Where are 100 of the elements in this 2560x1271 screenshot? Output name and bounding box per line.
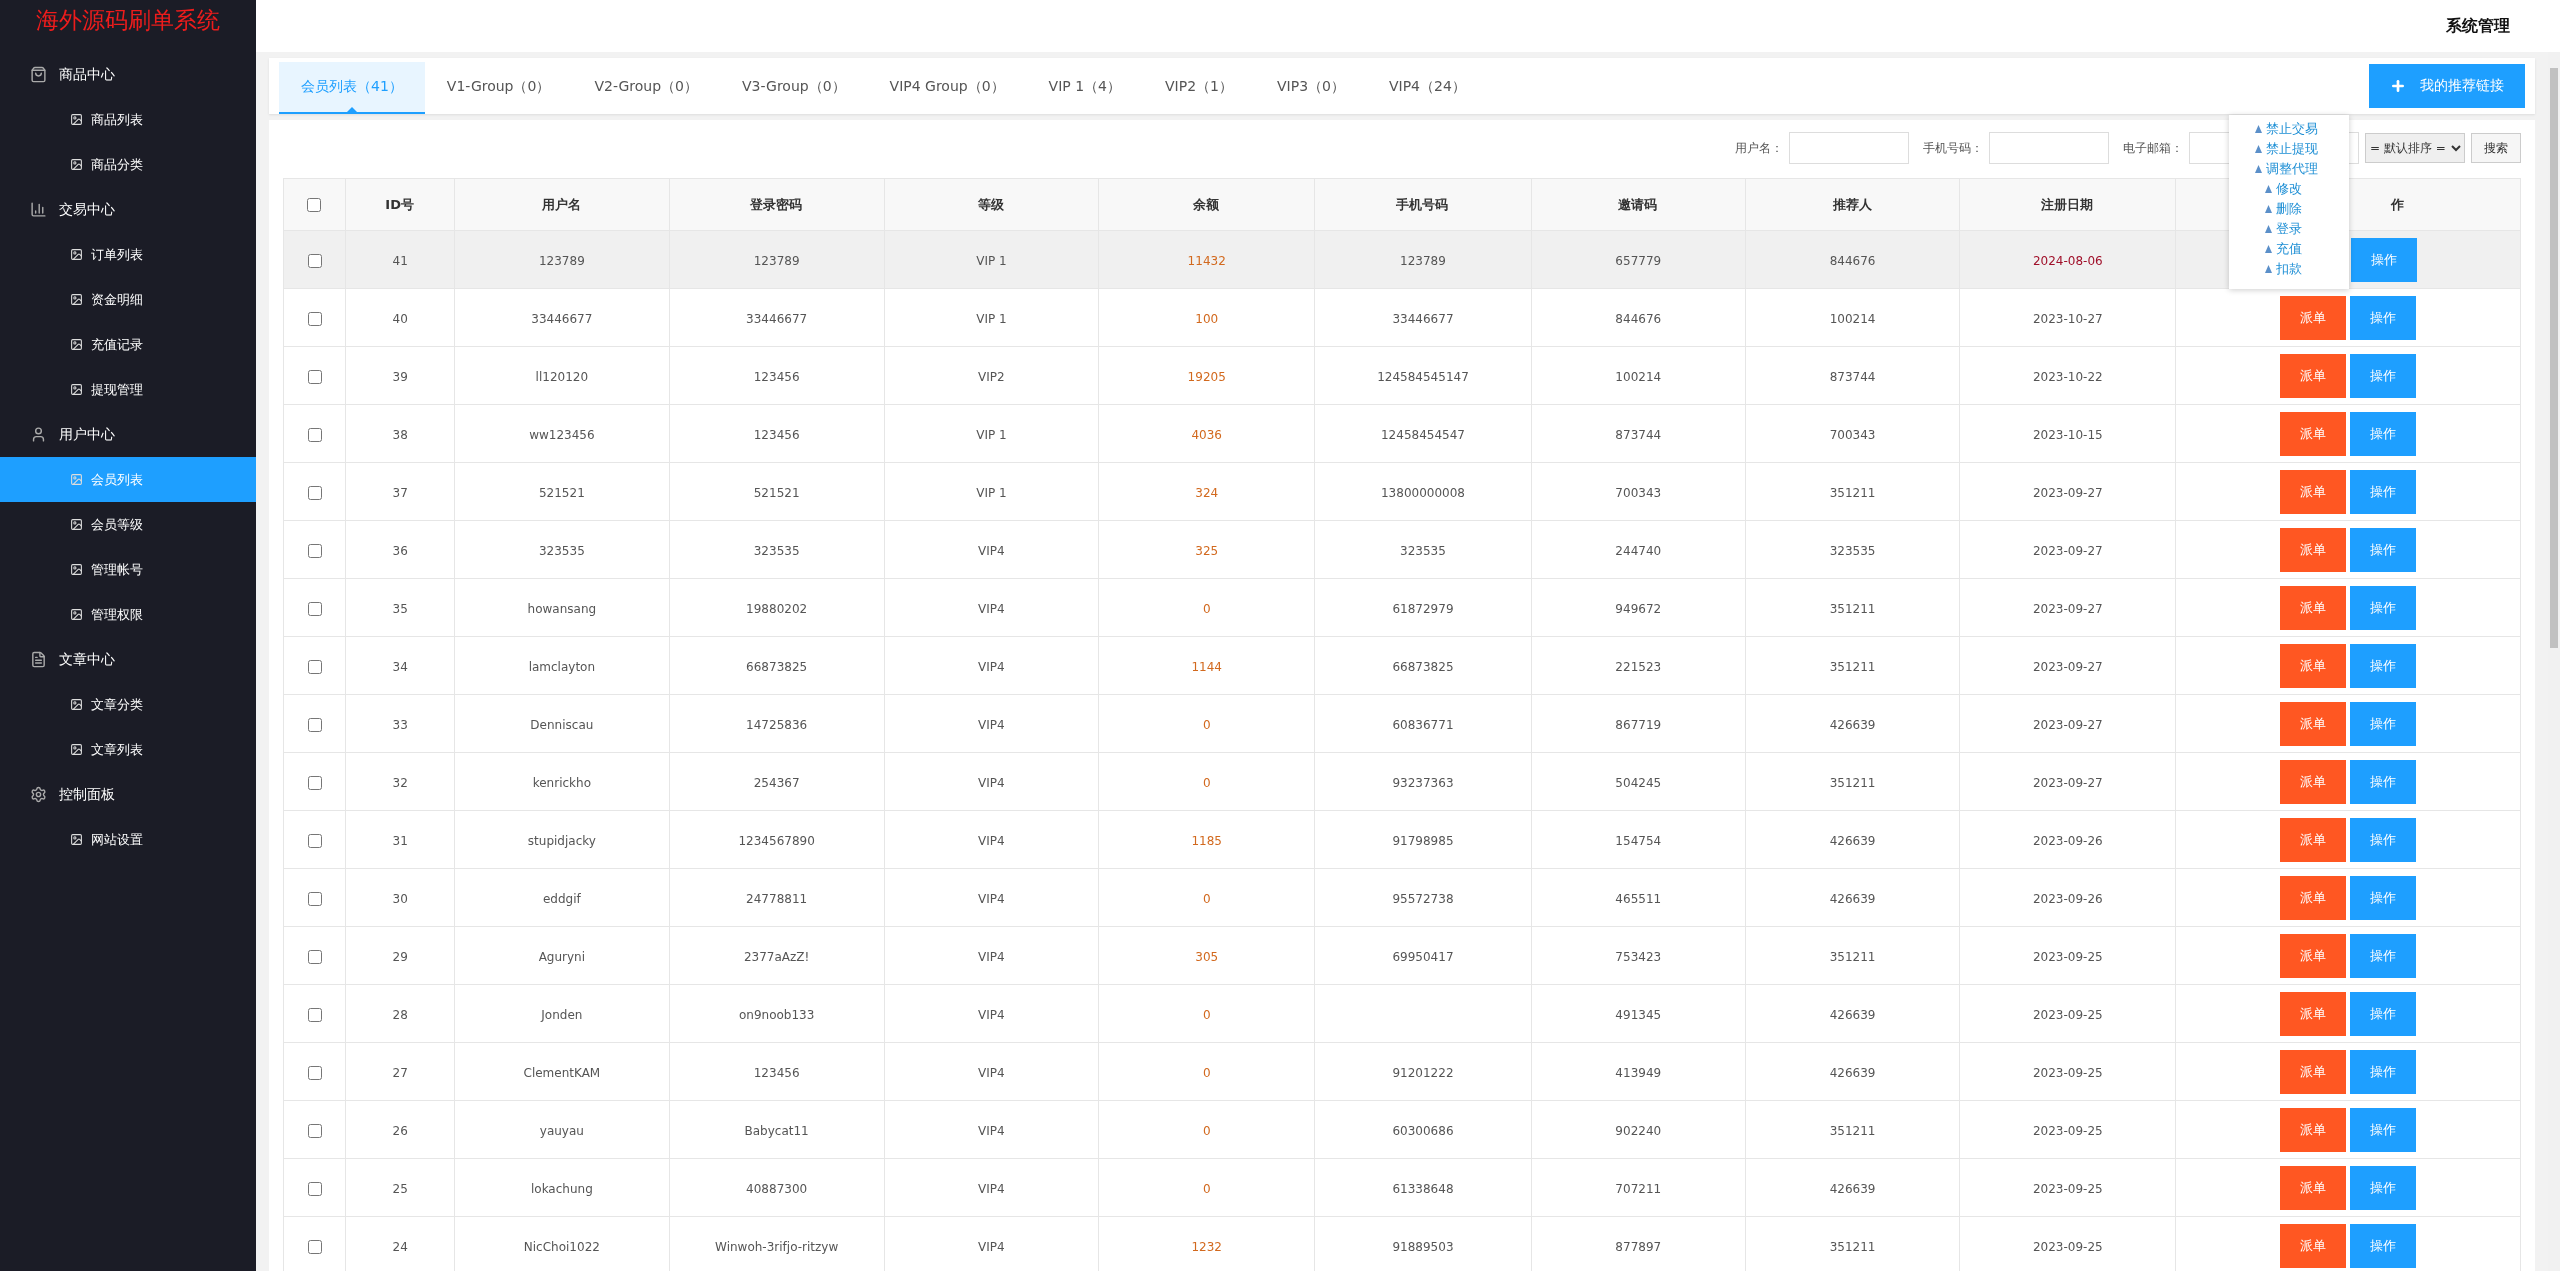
- operate-button[interactable]: 操作: [2350, 701, 2417, 746]
- operate-button[interactable]: 操作: [2350, 875, 2417, 920]
- menu-item[interactable]: 禁止提现: [2229, 139, 2349, 159]
- dispatch-button[interactable]: 派单: [2280, 991, 2347, 1036]
- sidebar-item[interactable]: 会员列表: [0, 457, 256, 502]
- sidebar-item[interactable]: 资金明细: [0, 277, 256, 322]
- sidebar-item[interactable]: 文章分类: [0, 682, 256, 727]
- tab[interactable]: V2-Group（0）: [572, 62, 720, 114]
- sidebar-group[interactable]: 用户中心: [0, 412, 256, 457]
- filter-input[interactable]: [1989, 132, 2109, 164]
- dispatch-button[interactable]: 派单: [2280, 1165, 2347, 1210]
- operate-button[interactable]: 操作: [2350, 1165, 2417, 1210]
- dispatch-button[interactable]: 派单: [2280, 875, 2347, 920]
- table-cell: ww123456: [529, 428, 595, 442]
- sidebar-item[interactable]: 充值记录: [0, 322, 256, 367]
- tab[interactable]: VIP3（0）: [1255, 62, 1367, 114]
- sidebar-item[interactable]: 订单列表: [0, 232, 256, 277]
- dispatch-button[interactable]: 派单: [2280, 759, 2347, 804]
- table-cell: 35: [392, 602, 408, 616]
- dispatch-button[interactable]: 派单: [2280, 295, 2347, 340]
- tab[interactable]: VIP4 Group（0）: [867, 62, 1027, 114]
- operate-button[interactable]: 操作: [2350, 817, 2417, 862]
- tab[interactable]: VIP4（24）: [1366, 62, 1488, 114]
- sidebar-group[interactable]: 商品中心: [0, 52, 256, 97]
- operate-button[interactable]: 操作: [2350, 759, 2417, 804]
- row-checkbox[interactable]: [307, 543, 322, 558]
- menu-item[interactable]: 修改: [2229, 179, 2349, 199]
- row-checkbox[interactable]: [307, 601, 322, 616]
- sidebar-group[interactable]: 控制面板: [0, 772, 256, 817]
- row-checkbox[interactable]: [307, 485, 322, 500]
- sidebar-item[interactable]: 网站设置: [0, 817, 256, 862]
- dispatch-button[interactable]: 派单: [2280, 643, 2347, 688]
- dispatch-button[interactable]: 派单: [2280, 933, 2347, 978]
- tab[interactable]: VIP 1（4）: [1026, 62, 1144, 114]
- operate-button[interactable]: 操作: [2350, 1049, 2417, 1094]
- row-checkbox[interactable]: [307, 369, 322, 384]
- tab[interactable]: 会员列表（41）: [279, 62, 425, 114]
- row-checkbox[interactable]: [307, 1239, 322, 1254]
- dispatch-button[interactable]: 派单: [2280, 527, 2347, 572]
- sort-select[interactable]: = 默认排序 =: [2365, 133, 2465, 163]
- menu-item[interactable]: 删除: [2229, 199, 2349, 219]
- filter-input[interactable]: [1789, 132, 1909, 164]
- operate-button[interactable]: 操作: [2350, 1223, 2417, 1268]
- operate-button[interactable]: 操作: [2350, 469, 2417, 514]
- table-cell: 41: [392, 254, 408, 268]
- tab[interactable]: VIP2（1）: [1143, 62, 1255, 114]
- dispatch-button[interactable]: 派单: [2280, 1223, 2347, 1268]
- operate-button[interactable]: 操作: [2350, 991, 2417, 1036]
- operate-button[interactable]: 操作: [2350, 585, 2417, 630]
- table-cell: 707211: [1615, 1182, 1662, 1196]
- menu-item[interactable]: 扣款: [2229, 259, 2349, 279]
- row-checkbox[interactable]: [307, 949, 322, 964]
- row-checkbox[interactable]: [307, 1123, 322, 1138]
- sidebar-item[interactable]: 管理权限: [0, 592, 256, 637]
- sidebar-group[interactable]: 交易中心: [0, 187, 256, 232]
- dispatch-button[interactable]: 派单: [2280, 411, 2347, 456]
- row-checkbox[interactable]: [307, 775, 322, 790]
- operate-button[interactable]: 操作: [2351, 237, 2418, 282]
- row-checkbox[interactable]: [307, 891, 322, 906]
- operate-button[interactable]: 操作: [2350, 353, 2417, 398]
- sidebar-item[interactable]: 文章列表: [0, 727, 256, 772]
- operate-button[interactable]: 操作: [2350, 1107, 2417, 1152]
- dispatch-button[interactable]: 派单: [2280, 701, 2347, 746]
- sidebar-item[interactable]: 管理帐号: [0, 547, 256, 592]
- dispatch-button[interactable]: 派单: [2280, 1107, 2347, 1152]
- dispatch-button[interactable]: 派单: [2280, 1049, 2347, 1094]
- dispatch-button[interactable]: 派单: [2280, 469, 2347, 514]
- sidebar-item[interactable]: 商品分类: [0, 142, 256, 187]
- row-checkbox[interactable]: [307, 1181, 322, 1196]
- dispatch-button[interactable]: 派单: [2280, 817, 2347, 862]
- dispatch-button[interactable]: 派单: [2280, 585, 2347, 630]
- row-checkbox[interactable]: [307, 311, 322, 326]
- sidebar-item[interactable]: 会员等级: [0, 502, 256, 547]
- select-all-checkbox[interactable]: [307, 198, 322, 213]
- row-checkbox[interactable]: [307, 659, 322, 674]
- operate-button[interactable]: 操作: [2350, 643, 2417, 688]
- operate-button[interactable]: 操作: [2350, 295, 2417, 340]
- sidebar-item[interactable]: 提现管理: [0, 367, 256, 412]
- tab[interactable]: V1-Group（0）: [424, 62, 573, 114]
- menu-item[interactable]: 调整代理: [2229, 159, 2349, 179]
- table-cell: VIP 1: [976, 428, 1007, 442]
- row-checkbox[interactable]: [307, 1007, 322, 1022]
- tab[interactable]: V3-Group（0）: [720, 62, 868, 114]
- operate-button[interactable]: 操作: [2350, 933, 2417, 978]
- sidebar-item[interactable]: 商品列表: [0, 97, 256, 142]
- search-button[interactable]: 搜索: [2471, 133, 2521, 163]
- referral-link-button[interactable]: 我的推荐链接: [2369, 64, 2525, 108]
- menu-item[interactable]: 禁止交易: [2229, 119, 2349, 139]
- row-checkbox[interactable]: [307, 1065, 322, 1080]
- operate-button[interactable]: 操作: [2350, 527, 2417, 572]
- plus-icon: [2390, 78, 2406, 94]
- operate-button[interactable]: 操作: [2350, 411, 2417, 456]
- sidebar-group[interactable]: 文章中心: [0, 637, 256, 682]
- menu-item[interactable]: 充值: [2229, 239, 2349, 259]
- row-checkbox[interactable]: [307, 253, 322, 268]
- dispatch-button[interactable]: 派单: [2280, 353, 2347, 398]
- row-checkbox[interactable]: [307, 427, 322, 442]
- table-cell: 0: [1202, 602, 1211, 616]
- row-checkbox[interactable]: [307, 833, 322, 848]
- row-checkbox[interactable]: [307, 717, 322, 732]
